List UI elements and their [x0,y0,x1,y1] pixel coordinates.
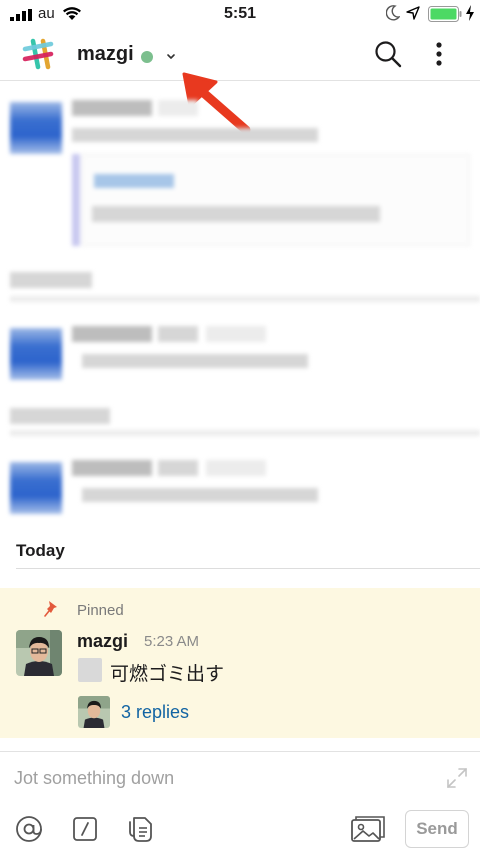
more-vertical-icon[interactable] [428,38,450,70]
do-not-disturb-icon [386,5,400,21]
day-divider-line [16,568,480,569]
avatar-photo [16,630,62,676]
thread-replies-link[interactable]: 3 replies [121,702,189,723]
blurred-text [72,460,152,476]
status-bar: au 5:51 [0,0,480,28]
blurred-text [82,354,308,368]
blurred-text [158,100,198,116]
send-button[interactable]: Send [405,810,469,848]
search-icon[interactable] [372,38,404,70]
blurred-text [92,206,380,222]
day-divider-label: Today [16,541,65,560]
blurred-text [82,488,318,502]
pinned-label: Pinned [77,602,124,619]
pinned-message[interactable]: Pinned mazgi 5:23 AM 可燃ゴミ出す 3 replies [0,588,480,738]
charging-icon [466,5,474,21]
file-icon[interactable] [126,814,156,844]
pin-icon [44,601,57,617]
presence-dot-icon [141,51,153,63]
battery-icon [428,6,462,22]
blurred-text [158,460,198,476]
blurred-divider [10,296,480,302]
slack-logo-icon[interactable] [20,36,56,72]
expand-icon[interactable] [444,765,470,791]
blurred-text [72,326,152,342]
blurred-quote-bar [72,154,80,246]
reply-avatar [78,696,110,728]
message-text: 可燃ゴミ出す [110,663,225,685]
location-icon [406,6,420,20]
blurred-avatar [10,462,62,514]
blurred-text [72,100,152,116]
message-timestamp[interactable]: 5:23 AM [144,633,199,650]
reply-avatar-photo [78,696,110,728]
avatar[interactable] [16,630,62,676]
slash-command-icon[interactable] [70,814,100,844]
photo-icon[interactable] [350,814,386,844]
chevron-down-icon[interactable] [164,50,178,62]
blurred-message-history [0,82,480,532]
blurred-avatar [10,102,62,154]
blurred-text [72,128,318,142]
blurred-text [158,326,198,342]
custom-emoji-icon [78,658,102,682]
blurred-divider [10,430,480,436]
blurred-link [94,174,174,188]
blurred-text [10,272,92,288]
slack-mobile-screen: au 5:51 mazgi Today Pinned mazgi 5:23 AM… [0,0,480,854]
message-input[interactable] [14,762,414,794]
blurred-attachment [82,154,470,246]
blurred-text [206,460,266,476]
channel-name[interactable]: mazgi [77,43,134,66]
blurred-text [206,326,266,342]
at-sign-icon[interactable] [14,814,44,844]
blurred-text [10,408,110,424]
message-author[interactable]: mazgi [77,631,128,652]
composer-divider [0,751,480,752]
blurred-avatar [10,328,62,380]
